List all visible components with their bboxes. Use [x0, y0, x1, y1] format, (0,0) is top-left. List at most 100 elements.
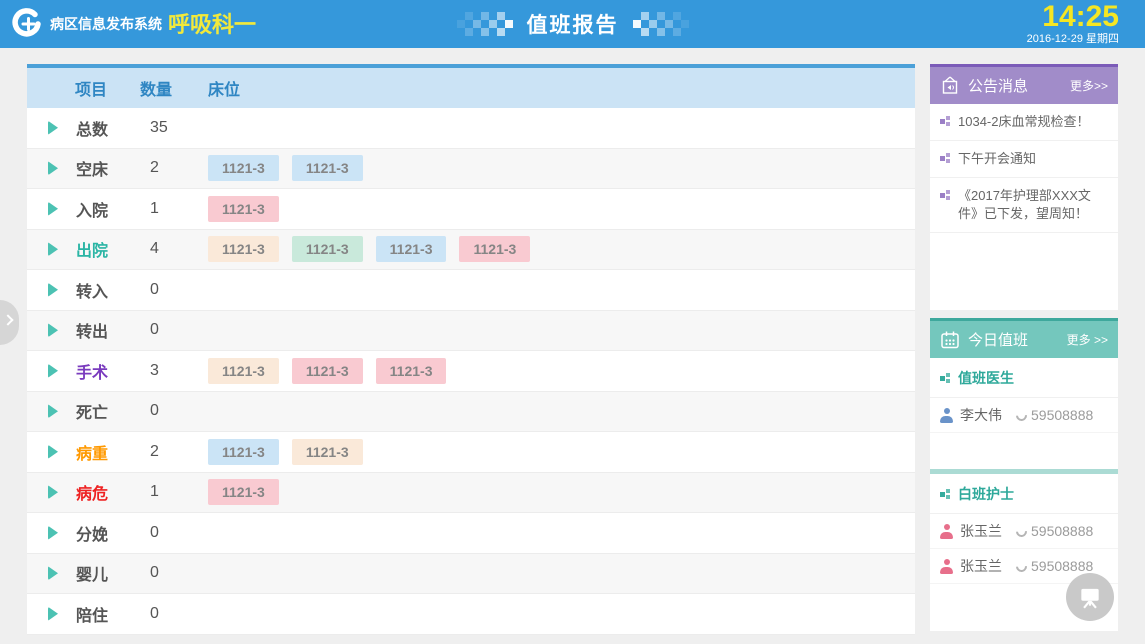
table-row[interactable]: 转出0	[27, 311, 915, 352]
announcement-item[interactable]: 1034-2床血常规检查！	[930, 104, 1118, 141]
row-bed-tags: 1121-3 1121-3	[208, 155, 363, 181]
row-count: 1	[150, 200, 208, 218]
row-expand-icon	[48, 161, 76, 175]
clock-date: 2016-12-29 星期四	[1027, 33, 1119, 46]
duty-role-header: 值班医生	[930, 358, 1118, 398]
table-row[interactable]: 总数35	[27, 108, 915, 149]
page-title: 值班报告	[527, 9, 619, 39]
bed-tag[interactable]: 1121-3	[208, 358, 279, 384]
person-name: 张玉兰	[960, 521, 1002, 541]
announcement-board-icon	[940, 76, 960, 96]
row-label: 死亡	[76, 399, 150, 423]
row-count: 0	[150, 605, 208, 623]
bed-tag[interactable]: 1121-3	[208, 196, 279, 222]
bullet-icon	[940, 116, 951, 127]
spacer	[930, 433, 1118, 469]
row-count: 1	[150, 483, 208, 501]
person-phone: 59508888	[1031, 558, 1093, 574]
column-header-count: 数量	[140, 76, 208, 100]
row-expand-icon	[48, 445, 76, 459]
whiteboard-easel-icon	[1077, 584, 1103, 610]
table-row[interactable]: 死亡0	[27, 392, 915, 433]
announcement-text: 《2017年护理部XXX文件》已下发，望周知！	[958, 187, 1110, 223]
announcement-item[interactable]: 下午开会通知	[930, 141, 1118, 178]
row-label: 分娩	[76, 521, 150, 545]
table-row[interactable]: 空床21121-31121-3	[27, 149, 915, 190]
announcement-item[interactable]: 《2017年护理部XXX文件》已下发，望周知！	[930, 178, 1118, 233]
row-bed-tags: 1121-3 1121-3 1121-3 1121-3	[208, 236, 530, 262]
bed-tag[interactable]: 1121-3	[376, 236, 447, 262]
bed-tag[interactable]: 1121-3	[292, 155, 363, 181]
table-row[interactable]: 分娩0	[27, 513, 915, 554]
whiteboard-float-button[interactable]	[1066, 573, 1114, 621]
table-row[interactable]: 出院41121-31121-31121-31121-3	[27, 230, 915, 271]
row-count: 4	[150, 240, 208, 258]
phone-icon	[1014, 558, 1030, 574]
row-label: 总数	[76, 116, 150, 140]
row-label: 手术	[76, 359, 150, 383]
bed-tag[interactable]: 1121-3	[208, 155, 279, 181]
duty-report-table: 项目 数量 床位 总数35空床21121-31121-3入院11121-3出院4…	[27, 64, 915, 635]
person-name: 李大伟	[960, 405, 1002, 425]
row-expand-icon	[48, 202, 76, 216]
doctor-avatar-icon	[940, 408, 953, 423]
row-expand-icon	[48, 404, 76, 418]
row-bed-tags: 1121-3	[208, 196, 279, 222]
bed-tag[interactable]: 1121-3	[459, 236, 530, 262]
bullet-icon	[940, 489, 951, 500]
bed-tag[interactable]: 1121-3	[292, 236, 363, 262]
announcements-more-link[interactable]: 更多>>	[1070, 77, 1108, 94]
table-row[interactable]: 病重21121-31121-3	[27, 432, 915, 473]
department-name: 呼吸科一	[168, 0, 256, 48]
row-label: 转出	[76, 318, 150, 342]
row-label: 病重	[76, 440, 150, 464]
row-expand-icon	[48, 526, 76, 540]
row-count: 0	[150, 402, 208, 420]
duty-role-label: 白班护士	[958, 484, 1014, 504]
person-name: 张玉兰	[960, 556, 1002, 576]
row-expand-icon	[48, 364, 76, 378]
today-duty-header: 今日值班 更多 >>	[930, 318, 1118, 358]
row-expand-icon	[48, 283, 76, 297]
clock-time: 14:25	[1027, 1, 1119, 33]
row-count: 35	[150, 119, 208, 137]
bed-tag[interactable]: 1121-3	[376, 358, 447, 384]
table-row[interactable]: 婴儿0	[27, 554, 915, 595]
duty-role-label: 值班医生	[958, 368, 1014, 388]
table-row[interactable]: 入院11121-3	[27, 189, 915, 230]
duty-person-row: 李大伟59508888	[930, 398, 1118, 433]
bed-tag[interactable]: 1121-3	[208, 439, 279, 465]
row-expand-icon	[48, 485, 76, 499]
row-expand-icon	[48, 242, 76, 256]
bed-tag[interactable]: 1121-3	[208, 236, 279, 262]
row-label: 病危	[76, 480, 150, 504]
column-header-beds: 床位	[208, 76, 240, 100]
top-bar: 病区信息发布系统 呼吸科一 值班报告 14:25 2016-12-	[0, 0, 1145, 48]
row-count: 0	[150, 564, 208, 582]
duty-person-row: 张玉兰59508888	[930, 514, 1118, 549]
announcement-list: 1034-2床血常规检查！ 下午开会通知《2017年护理部XXX文件》已下发，望周…	[930, 104, 1118, 233]
table-row[interactable]: 病危11121-3	[27, 473, 915, 514]
checker-decoration-right-icon	[633, 11, 689, 37]
announcements-panel: 公告消息 更多>> 1034-2床血常规检查！下午开会通知《2017年护理部XX…	[930, 64, 1118, 310]
announcement-text: 下午开会通知	[958, 150, 1036, 168]
table-row[interactable]: 手术31121-31121-31121-3	[27, 351, 915, 392]
row-label: 陪住	[76, 602, 150, 626]
row-expand-icon	[48, 323, 76, 337]
today-duty-more-link[interactable]: 更多 >>	[1067, 331, 1108, 348]
table-row[interactable]: 陪住0	[27, 594, 915, 635]
table-row[interactable]: 转入0	[27, 270, 915, 311]
row-expand-icon	[48, 566, 76, 580]
bed-tag[interactable]: 1121-3	[208, 479, 279, 505]
announcement-text: 1034-2床血常规检查！	[958, 113, 1089, 131]
bed-tag[interactable]: 1121-3	[292, 358, 363, 384]
row-bed-tags: 1121-3 1121-3 1121-3	[208, 358, 446, 384]
left-slide-handle[interactable]	[0, 300, 19, 345]
table-header-row: 项目 数量 床位	[27, 68, 915, 108]
row-expand-icon	[48, 607, 76, 621]
nurse-avatar-icon	[940, 559, 953, 574]
row-label: 转入	[76, 278, 150, 302]
bed-tag[interactable]: 1121-3	[292, 439, 363, 465]
duty-sections: 值班医生李大伟59508888白班护士张玉兰59508888张玉兰5950888…	[930, 358, 1118, 584]
row-expand-icon	[48, 121, 76, 135]
